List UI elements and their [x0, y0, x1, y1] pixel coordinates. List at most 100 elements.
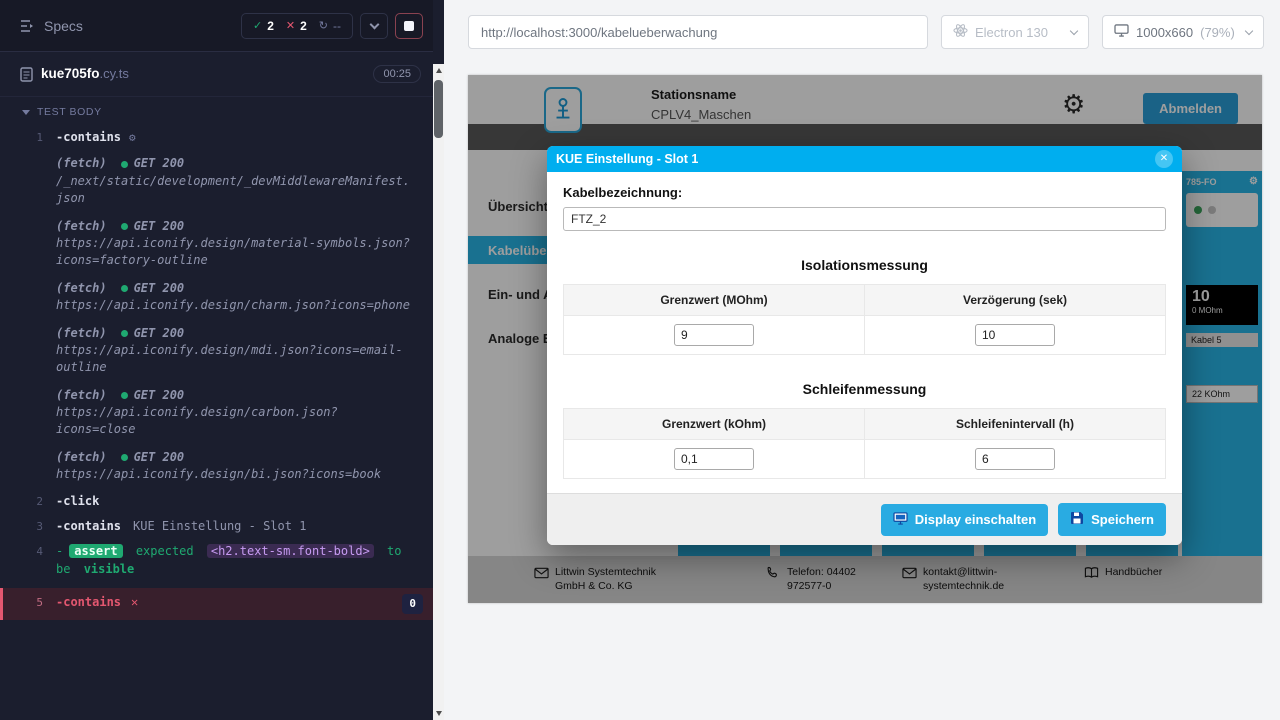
command-name: -contains [56, 130, 121, 144]
isolation-section-title: Isolationsmessung [563, 257, 1166, 273]
spec-file-row[interactable]: kue705fo.cy.ts 00:25 [0, 52, 433, 97]
assert-expected-value: visible [84, 562, 135, 576]
check-icon: ✓ [253, 19, 262, 32]
close-icon[interactable]: ✕ [1155, 150, 1173, 168]
log-step-contains-1[interactable]: 1 -contains⚙ [0, 125, 433, 150]
stop-button[interactable] [395, 13, 423, 39]
fail-cross-icon: ✕ [131, 595, 138, 609]
step-number: 5 [3, 594, 56, 611]
monitor-icon [1114, 24, 1129, 40]
column-header: Schleifenintervall (h) [865, 409, 1166, 440]
fetch-status: GET 200 [134, 387, 185, 404]
log-fetch-row[interactable]: (fetch) GET 200 https://api.iconify.desig… [0, 320, 433, 382]
loop-limit-input[interactable] [674, 448, 754, 470]
status-dot-icon [121, 223, 128, 230]
test-body-label: TEST BODY [37, 106, 102, 118]
chevron-down-icon [1070, 26, 1078, 34]
log-fetch-row[interactable]: (fetch) GET 200 https://api.iconify.desig… [0, 444, 433, 489]
log-step-assert[interactable]: 4 -assert expected <h2.text-sm.font-bold… [0, 539, 433, 582]
status-dot-icon [121, 285, 128, 292]
fetch-status: GET 200 [134, 449, 185, 466]
fetch-url: https://api.iconify.design/charm.json?ic… [56, 297, 414, 314]
assert-text: be [56, 562, 70, 576]
step-number: 2 [0, 493, 56, 510]
log-step-click[interactable]: 2 -click [0, 489, 433, 514]
column-header: Grenzwert (MOhm) [564, 285, 865, 316]
chevron-down-icon [22, 110, 30, 115]
fetch-url: https://api.iconify.design/material-symb… [56, 235, 414, 270]
url-input[interactable] [468, 15, 928, 49]
command-name: -contains [56, 519, 121, 533]
status-dot-icon [121, 454, 128, 461]
test-stats: ✓2 ✕2 ↻-- [241, 13, 353, 39]
loop-table: Grenzwert (kOhm) Schleifenintervall (h) [563, 408, 1166, 479]
iso-delay-input[interactable] [975, 324, 1055, 346]
status-dot-icon [121, 330, 128, 337]
refresh-icon: ↻ [319, 19, 328, 32]
scroll-up-button[interactable] [433, 64, 444, 77]
fetch-status: GET 200 [134, 280, 185, 297]
browser-name: Electron 130 [975, 25, 1048, 40]
scroll-down-button[interactable] [433, 707, 444, 720]
specs-label[interactable]: Specs [44, 18, 83, 34]
command-argument: KUE Einstellung - Slot 1 [133, 519, 306, 533]
failed-stat: ✕2 [286, 19, 307, 33]
display-on-button[interactable]: Display einschalten [881, 504, 1048, 536]
kue-settings-modal: KUE Einstellung - Slot 1 ✕ Kabelbezeichn… [547, 146, 1182, 545]
fetch-label: (fetch) [56, 155, 107, 172]
modal-footer: Display einschalten Speichern [547, 493, 1182, 545]
save-button[interactable]: Speichern [1058, 503, 1166, 536]
assert-chip: assert [69, 544, 122, 558]
fetch-status: GET 200 [134, 325, 185, 342]
log-fetch-row[interactable]: (fetch)GET 200 https://api.iconify.desig… [0, 382, 433, 444]
fetch-label: (fetch) [56, 449, 107, 466]
log-step-contains-failed[interactable]: 5 -contains ✕ 0 [0, 588, 433, 620]
log-fetch-row[interactable]: (fetch)GET 200 /_next/static/development… [0, 150, 433, 212]
scrollbar-thumb[interactable] [434, 80, 443, 138]
match-count-badge: 0 [402, 594, 423, 614]
collapse-button[interactable] [360, 13, 388, 39]
loop-interval-input[interactable] [975, 448, 1055, 470]
fetch-url: https://api.iconify.design/mdi.json?icon… [56, 342, 414, 377]
command-log: 1 -contains⚙ (fetch)GET 200 /_next/stati… [0, 125, 433, 620]
runner-topbar: Electron 130 1000x660 (79%) [444, 0, 1280, 64]
test-body-toggle[interactable]: TEST BODY [0, 97, 433, 125]
step-number: 1 [0, 129, 56, 146]
failed-count: 2 [300, 19, 307, 33]
iso-limit-input[interactable] [674, 324, 754, 346]
viewport-select[interactable]: 1000x660 (79%) [1102, 15, 1264, 49]
assert-selector: <h2.text-sm.font-bold> [207, 544, 374, 558]
column-header: Verzögerung (sek) [865, 285, 1166, 316]
assert-text: to [387, 544, 401, 558]
specs-list-icon[interactable] [20, 19, 36, 33]
log-step-contains-2[interactable]: 3 -contains KUE Einstellung - Slot 1 [0, 514, 433, 539]
display-icon [893, 512, 908, 528]
reporter-header: Specs ✓2 ✕2 ↻-- [0, 0, 433, 52]
fetch-url: https://api.iconify.design/bi.json?icons… [56, 466, 414, 483]
save-label: Speichern [1091, 512, 1154, 527]
fetch-url: /_next/static/development/_devMiddleware… [56, 173, 414, 208]
pending-count: -- [333, 19, 341, 33]
spec-file-icon [20, 67, 33, 82]
display-on-label: Display einschalten [915, 512, 1036, 527]
modal-title: KUE Einstellung - Slot 1 [556, 152, 698, 166]
fetch-label: (fetch) [56, 325, 107, 342]
arrow-down-icon [436, 711, 442, 716]
fetch-label: (fetch) [56, 280, 107, 297]
log-fetch-row[interactable]: (fetch) GET 200 https://api.iconify.desig… [0, 275, 433, 320]
chevron-down-icon [1245, 26, 1253, 34]
save-icon [1070, 511, 1084, 528]
assert-text: expected [136, 544, 194, 558]
cypress-reporter: Specs ✓2 ✕2 ↻-- kue705fo.cy.ts 00:25 TES… [0, 0, 433, 720]
step-number: 3 [0, 518, 56, 535]
log-fetch-row[interactable]: (fetch)GET 200 https://api.iconify.desig… [0, 213, 433, 275]
command-name: -contains [56, 595, 121, 609]
browser-select[interactable]: Electron 130 [941, 15, 1089, 49]
aut-stage: Electron 130 1000x660 (79%) Stationsname… [444, 0, 1280, 720]
passed-stat: ✓2 [253, 19, 274, 33]
viewport-size: 1000x660 [1136, 25, 1193, 40]
cable-name-input[interactable] [563, 207, 1166, 231]
passed-count: 2 [267, 19, 274, 33]
cable-name-label: Kabelbezeichnung: [563, 185, 1166, 200]
command-name: -click [56, 494, 99, 508]
